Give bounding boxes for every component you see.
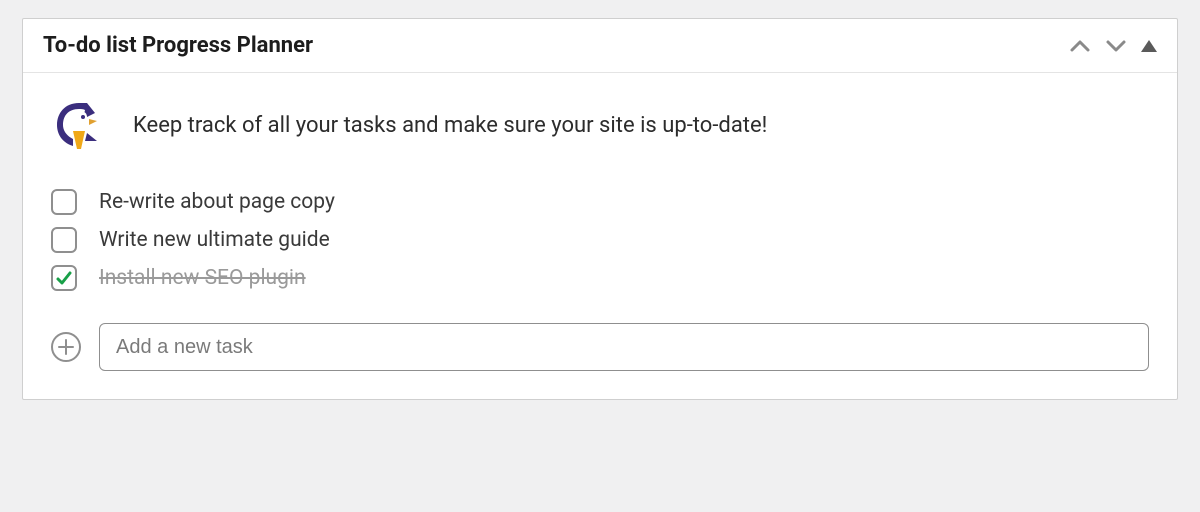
plus-icon <box>58 339 74 355</box>
add-task-row <box>51 323 1149 371</box>
widget-body: Keep track of all your tasks and make su… <box>23 73 1177 399</box>
task-item: Write new ultimate guide <box>51 221 1149 259</box>
task-label: Re-write about page copy <box>99 190 335 214</box>
intro-text: Keep track of all your tasks and make su… <box>133 113 767 138</box>
widget-title: To-do list Progress Planner <box>43 33 313 58</box>
task-item: Install new SEO plugin <box>51 259 1149 297</box>
widget-controls <box>1069 39 1157 53</box>
add-task-button[interactable] <box>51 332 81 362</box>
checkmark-icon <box>55 269 73 287</box>
task-checkbox[interactable] <box>51 227 77 253</box>
task-label: Write new ultimate guide <box>99 228 330 252</box>
collapse-triangle-icon[interactable] <box>1141 40 1157 52</box>
task-list: Re-write about page copy Write new ultim… <box>51 183 1149 297</box>
chevron-down-icon[interactable] <box>1105 39 1127 53</box>
add-task-input[interactable] <box>99 323 1149 371</box>
task-checkbox[interactable] <box>51 265 77 291</box>
todo-widget: To-do list Progress Planner <box>22 18 1178 400</box>
intro-row: Keep track of all your tasks and make su… <box>51 97 1149 153</box>
widget-header: To-do list Progress Planner <box>23 19 1177 73</box>
task-checkbox[interactable] <box>51 189 77 215</box>
task-item: Re-write about page copy <box>51 183 1149 221</box>
chevron-up-icon[interactable] <box>1069 39 1091 53</box>
progress-planner-logo-icon <box>51 97 107 153</box>
task-label: Install new SEO plugin <box>99 266 306 290</box>
